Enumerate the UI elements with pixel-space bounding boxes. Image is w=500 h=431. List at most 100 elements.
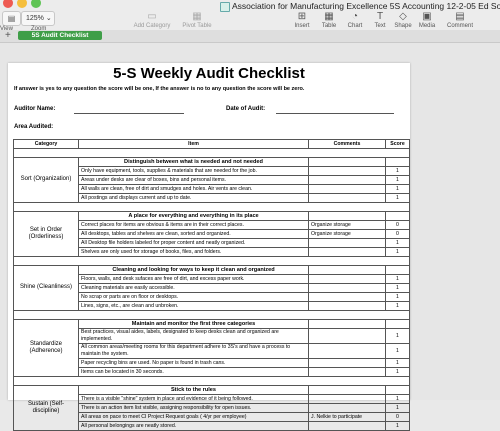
score-cell[interactable]: 1 xyxy=(385,358,410,368)
section-heading-row: Sort (Organization) Distinguish between w… xyxy=(13,157,410,203)
comment-cell[interactable]: J. Nelkie to participate xyxy=(308,412,386,422)
section-heading-row: Sustain (Self-discipline) Stick to the ru… xyxy=(13,385,410,431)
item-cell[interactable]: There is an action item list visible, as… xyxy=(78,403,309,413)
comment-cell[interactable] xyxy=(308,283,386,293)
score-cell[interactable]: 1 xyxy=(385,328,410,344)
comment-cell[interactable] xyxy=(308,358,386,368)
auditor-field[interactable] xyxy=(74,113,184,114)
score-cell[interactable]: 0 xyxy=(385,412,410,422)
item-cell[interactable]: No scrap or parts are on floor or deskto… xyxy=(78,292,309,302)
shape-button[interactable]: ◇ Shape xyxy=(390,11,416,29)
item-cell[interactable]: All postings and displays current and up… xyxy=(78,193,309,203)
category-cell: Standardize (Adherence) xyxy=(13,319,79,377)
score-cell[interactable]: 1 xyxy=(385,274,410,284)
sheet-canvas[interactable]: 5-S Weekly Audit Checklist If answer is … xyxy=(0,43,500,431)
score-cell[interactable]: 1 xyxy=(385,367,410,377)
score-cell[interactable]: 1 xyxy=(385,394,410,404)
add-category-button[interactable]: ▭ Add Category xyxy=(132,11,172,29)
comment-cell[interactable] xyxy=(308,328,386,344)
comment-cell[interactable] xyxy=(308,166,386,176)
score-cell[interactable]: 0 xyxy=(385,220,410,230)
chart-button[interactable]: ◔ Chart xyxy=(342,11,368,29)
comment-cell[interactable] xyxy=(308,301,386,311)
section-heading-row: Standardize (Adherence) Maintain and moni… xyxy=(13,319,410,377)
score-cell[interactable]: 1 xyxy=(385,421,410,431)
comment-cell[interactable] xyxy=(308,193,386,203)
comment-cell[interactable] xyxy=(308,238,386,248)
item-cell[interactable]: All personal belongings are neatly store… xyxy=(78,421,309,431)
comment-cell[interactable] xyxy=(308,292,386,302)
header-comments: Comments xyxy=(308,139,386,149)
section-spacer xyxy=(13,148,410,158)
chart-icon: ◔ xyxy=(351,11,359,22)
score-cell[interactable]: 1 xyxy=(385,247,410,257)
item-cell[interactable]: Paper recycling bins are used. No paper … xyxy=(78,358,309,368)
score-cell[interactable]: 1 xyxy=(385,292,410,302)
table-button[interactable]: ▦ Table xyxy=(316,11,342,29)
item-cell[interactable]: Items can be located in 30 seconds. xyxy=(78,367,309,377)
score-cell[interactable]: 1 xyxy=(385,283,410,293)
comment-cell[interactable] xyxy=(308,421,386,431)
comment-cell[interactable] xyxy=(308,175,386,185)
score-cell[interactable]: 1 xyxy=(385,403,410,413)
score-cell[interactable] xyxy=(385,385,410,395)
comment-cell[interactable] xyxy=(308,211,386,221)
score-cell[interactable]: 1 xyxy=(385,166,410,176)
zoom-button[interactable]: 125% ⌄ xyxy=(21,11,55,26)
comment-cell[interactable] xyxy=(308,385,386,395)
score-cell[interactable]: 1 xyxy=(385,238,410,248)
score-cell[interactable]: 1 xyxy=(385,301,410,311)
score-cell[interactable]: 1 xyxy=(385,175,410,185)
comment-cell[interactable] xyxy=(308,184,386,194)
view-button[interactable]: ▤ xyxy=(2,11,21,26)
comment-cell[interactable]: Organize storage xyxy=(308,229,386,239)
close-window-button[interactable] xyxy=(3,0,13,8)
comment-cell[interactable] xyxy=(308,157,386,167)
score-cell[interactable]: 1 xyxy=(385,193,410,203)
pivot-table-button[interactable]: ▦ Pivot Table xyxy=(177,11,217,29)
comment-cell[interactable] xyxy=(308,247,386,257)
toolbar-button-label: Table xyxy=(321,23,337,29)
item-cell[interactable]: Shelves are only used for storage of boo… xyxy=(78,247,309,257)
audit-table-body: Category Item Comments Score Sort (Organ… xyxy=(13,139,410,431)
item-cell[interactable]: Cleaning materials are easily accessible… xyxy=(78,283,309,293)
comment-cell[interactable] xyxy=(308,394,386,404)
sheet-tab-active[interactable]: 5S Audit Checklist xyxy=(18,31,102,40)
item-cell[interactable]: All areas on pace to meet CI Project Req… xyxy=(78,412,309,422)
comment-cell[interactable] xyxy=(308,403,386,413)
item-cell[interactable]: Only have equipment, tools, supplies & m… xyxy=(78,166,309,176)
comment-cell[interactable] xyxy=(308,367,386,377)
zoom-window-button[interactable] xyxy=(31,0,41,8)
insert-button[interactable]: ⊞ Insert xyxy=(289,11,315,29)
comment-cell[interactable] xyxy=(308,265,386,275)
comment-cell[interactable] xyxy=(308,343,386,359)
item-cell[interactable]: Floors, walls, and desk sufaces are free… xyxy=(78,274,309,284)
score-cell[interactable] xyxy=(385,319,410,329)
item-cell[interactable]: All desktops, tables and shelves are cle… xyxy=(78,229,309,239)
item-cell[interactable]: Correct places for items are obvious & i… xyxy=(78,220,309,230)
score-cell[interactable] xyxy=(385,211,410,221)
score-cell[interactable]: 0 xyxy=(385,229,410,239)
item-cell[interactable]: All Desktop file holders labeled for pro… xyxy=(78,238,309,248)
media-button[interactable]: ▣ Media xyxy=(414,11,440,29)
item-cell[interactable]: All common areas/meeting rooms for this … xyxy=(78,343,309,359)
score-cell[interactable]: 1 xyxy=(385,184,410,194)
item-cell[interactable]: Best practices, visual aides, labels, de… xyxy=(78,328,309,344)
item-cell[interactable]: Areas under desks are clear of boxes, bi… xyxy=(78,175,309,185)
score-cell[interactable] xyxy=(385,265,410,275)
item-cell[interactable]: All walls are clean, free of dirt and sm… xyxy=(78,184,309,194)
item-cell[interactable]: Lines, signs, etc., are clean and unbrok… xyxy=(78,301,309,311)
score-cell[interactable] xyxy=(385,157,410,167)
comment-button[interactable]: ▤ Comment xyxy=(447,11,473,29)
category-icon: ▭ xyxy=(147,11,157,22)
scoring-rule: If answer is yes to any question the sco… xyxy=(14,86,305,92)
add-sheet-button[interactable]: + xyxy=(5,30,11,42)
date-field[interactable] xyxy=(276,113,394,114)
score-cell[interactable]: 1 xyxy=(385,343,410,359)
minimize-window-button[interactable] xyxy=(17,0,27,8)
toolbar-button-label: Media xyxy=(418,23,436,29)
comment-cell[interactable] xyxy=(308,319,386,329)
comment-cell[interactable] xyxy=(308,274,386,284)
item-cell[interactable]: There is a visible "shine" system in pla… xyxy=(78,394,309,404)
comment-cell[interactable]: Organize storage xyxy=(308,220,386,230)
